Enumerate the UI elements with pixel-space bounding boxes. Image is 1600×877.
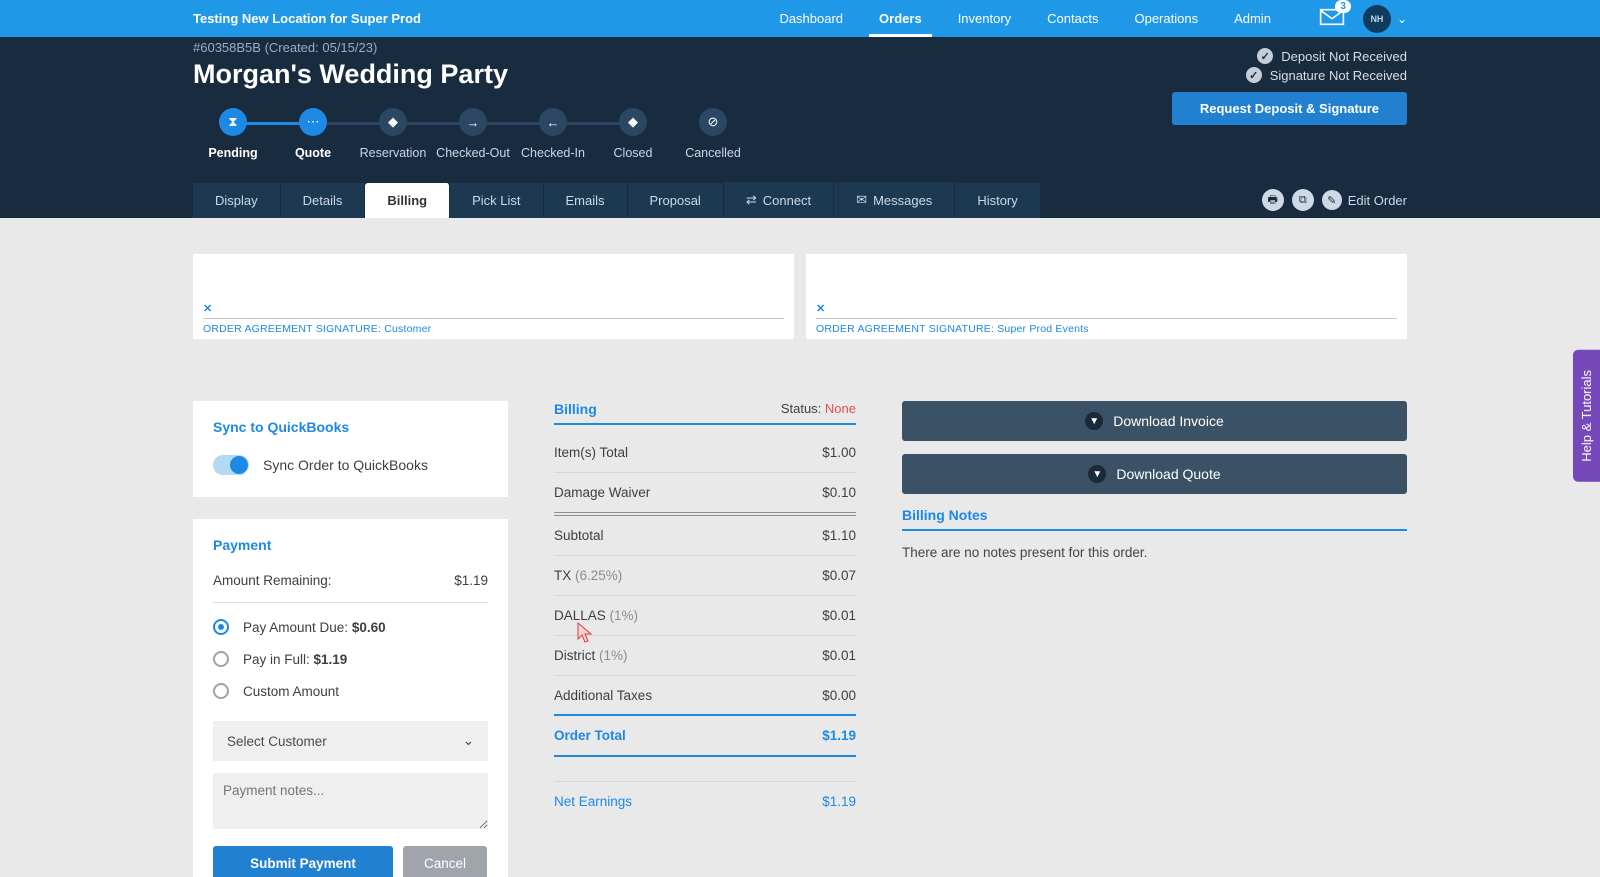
order-title: Morgan's Wedding Party	[193, 59, 753, 90]
sync-quickbooks-label: Sync Order to QuickBooks	[263, 457, 428, 473]
billing-status: Status: None	[781, 401, 856, 417]
check-circle-icon	[1257, 48, 1273, 64]
speech-icon: ⋯	[307, 114, 320, 130]
select-customer-dropdown[interactable]: Select Customer ⌄	[213, 721, 488, 761]
location-name: Testing New Location for Super Prod	[193, 11, 421, 26]
bill-row-tx: TX (6.25%)$0.07	[554, 556, 856, 596]
nav-dashboard[interactable]: Dashboard	[761, 0, 861, 37]
bill-row-order-total: Order Total$1.19	[554, 714, 856, 757]
arrow-right-icon: →	[467, 115, 480, 130]
billing-section-title: Billing	[554, 401, 597, 417]
request-deposit-signature-button[interactable]: Request Deposit & Signature	[1172, 92, 1407, 125]
bill-row-district: District (1%)$0.01	[554, 636, 856, 676]
main-content: ✕ ORDER AGREEMENT SIGNATURE: Customer ✕ …	[193, 218, 1407, 877]
tab-picklist[interactable]: Pick List	[450, 183, 543, 218]
chevron-down-icon: ⌄	[463, 733, 474, 749]
stage-closed[interactable]: ◆ Closed	[593, 108, 673, 160]
amount-remaining-value: $1.19	[454, 573, 488, 588]
mail-icon: ✉	[856, 192, 867, 208]
stage-checked-in[interactable]: ← Checked-In	[513, 108, 593, 160]
tab-history[interactable]: History	[955, 183, 1040, 218]
amount-remaining-label: Amount Remaining:	[213, 573, 332, 588]
status-deposit: Deposit Not Received	[1172, 48, 1407, 64]
tab-display[interactable]: Display	[193, 183, 281, 218]
download-quote-button[interactable]: ▼ Download Quote	[902, 454, 1407, 494]
order-id-line: #60358B5B (Created: 05/15/23)	[193, 40, 753, 55]
quickbooks-title: Sync to QuickBooks	[213, 419, 488, 435]
radio-icon	[213, 651, 229, 667]
tab-emails[interactable]: Emails	[544, 183, 628, 218]
radio-icon	[213, 619, 229, 635]
tab-details[interactable]: Details	[281, 183, 366, 218]
status-signature: Signature Not Received	[1172, 67, 1407, 83]
cancel-payment-button[interactable]: Cancel	[403, 846, 487, 877]
top-nav: Dashboard Orders Inventory Contacts Oper…	[761, 0, 1289, 37]
stage-quote[interactable]: ⋯ Quote	[273, 108, 353, 160]
radio-icon	[213, 683, 229, 699]
connect-icon: ⇄	[746, 192, 757, 208]
pay-amount-due-option[interactable]: Pay Amount Due: $0.60	[213, 611, 488, 643]
stage-reservation[interactable]: ◆ Reservation	[353, 108, 433, 160]
pay-in-full-option[interactable]: Pay in Full: $1.19	[213, 643, 488, 675]
signature-card-customer: ✕ ORDER AGREEMENT SIGNATURE: Customer	[193, 254, 794, 339]
cancel-icon: ⊘	[708, 114, 719, 130]
edit-order-link[interactable]: ✎ Edit Order	[1322, 190, 1407, 210]
arrow-left-icon: ←	[547, 115, 560, 130]
stage-cancelled[interactable]: ⊘ Cancelled	[673, 108, 753, 160]
x-icon: ✕	[203, 302, 212, 315]
download-icon: ▼	[1088, 465, 1106, 483]
bill-row-items-total: Item(s) Total$1.00	[554, 433, 856, 473]
notifications-button[interactable]: 3	[1319, 7, 1345, 30]
bill-row-net-earnings: Net Earnings$1.19	[554, 781, 856, 821]
nav-operations[interactable]: Operations	[1116, 0, 1216, 37]
order-header: #60358B5B (Created: 05/15/23) Morgan's W…	[0, 37, 1600, 218]
payment-card: Payment Amount Remaining: $1.19 Pay Amou…	[193, 519, 508, 877]
download-icon: ▼	[1085, 412, 1103, 430]
nav-contacts[interactable]: Contacts	[1029, 0, 1116, 37]
diamond-icon: ◆	[628, 114, 638, 130]
tab-messages[interactable]: ✉Messages	[834, 182, 955, 218]
chevron-down-icon: ⌄	[1397, 12, 1407, 26]
submit-payment-button[interactable]: Submit Payment	[213, 846, 393, 877]
user-menu[interactable]: NH ⌄	[1363, 5, 1407, 33]
bill-row-dallas: DALLAS (1%)$0.01	[554, 596, 856, 636]
pencil-icon: ✎	[1322, 190, 1342, 210]
stage-pending[interactable]: ⧗ Pending	[193, 108, 273, 160]
order-stage-bar: ⧗ Pending ⋯ Quote ◆ Reservation → Checke…	[193, 108, 753, 182]
copy-button[interactable]: ⧉	[1292, 189, 1314, 211]
notif-badge: 3	[1335, 0, 1351, 13]
stage-checked-out[interactable]: → Checked-Out	[433, 108, 513, 160]
billing-notes-text: There are no notes present for this orde…	[902, 545, 1407, 560]
print-button[interactable]: 🖶	[1262, 189, 1284, 211]
nav-orders[interactable]: Orders	[861, 0, 940, 37]
sync-quickbooks-toggle[interactable]	[213, 455, 249, 475]
billing-notes-title: Billing Notes	[902, 507, 1407, 531]
topbar: Testing New Location for Super Prod Dash…	[0, 0, 1600, 37]
nav-inventory[interactable]: Inventory	[940, 0, 1029, 37]
tab-proposal[interactable]: Proposal	[628, 183, 724, 218]
payment-notes-input[interactable]	[213, 773, 488, 829]
quickbooks-card: Sync to QuickBooks Sync Order to QuickBo…	[193, 401, 508, 497]
right-column: ▼ Download Invoice ▼ Download Quote Bill…	[902, 401, 1407, 877]
payment-title: Payment	[213, 537, 488, 553]
billing-breakdown: Billing Status: None Item(s) Total$1.00 …	[554, 401, 856, 877]
bill-row-additional-taxes: Additional Taxes$0.00	[554, 676, 856, 715]
tab-billing[interactable]: Billing	[365, 183, 450, 218]
custom-amount-option[interactable]: Custom Amount	[213, 675, 488, 707]
diamond-icon: ◆	[388, 114, 398, 130]
bill-row-subtotal: Subtotal$1.10	[554, 516, 856, 556]
bill-row-damage-waiver: Damage Waiver$0.10	[554, 473, 856, 516]
check-circle-icon	[1246, 67, 1262, 83]
x-icon: ✕	[816, 302, 825, 315]
signature-card-company: ✕ ORDER AGREEMENT SIGNATURE: Super Prod …	[806, 254, 1407, 339]
avatar: NH	[1363, 5, 1391, 33]
nav-admin[interactable]: Admin	[1216, 0, 1289, 37]
tab-connect[interactable]: ⇄Connect	[724, 182, 834, 218]
hourglass-icon: ⧗	[228, 114, 237, 130]
help-tutorials-tab[interactable]: Help & Tutorials	[1573, 350, 1600, 482]
order-tabs: Display Details Billing Pick List Emails…	[193, 182, 1407, 218]
download-invoice-button[interactable]: ▼ Download Invoice	[902, 401, 1407, 441]
